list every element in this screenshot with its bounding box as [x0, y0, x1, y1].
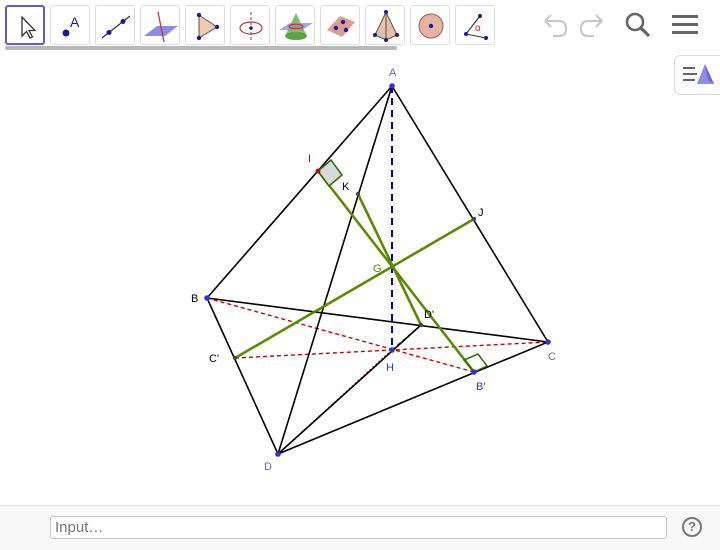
- redo-button[interactable]: [576, 8, 610, 42]
- pyramid-icon: [373, 10, 399, 42]
- sphere-tool[interactable]: [410, 5, 450, 45]
- point-K[interactable]: [355, 191, 361, 197]
- angle-tool[interactable]: α: [455, 5, 495, 45]
- segment-KDp[interactable]: [356, 193, 423, 326]
- vertex-A[interactable]: [389, 83, 395, 89]
- graphics-view-3d[interactable]: A B C D I J K G H B' C' D': [0, 53, 720, 505]
- toolbar-scrollbar[interactable]: [5, 46, 397, 50]
- label-Bp: B': [476, 381, 485, 393]
- polygon-tool[interactable]: [185, 5, 225, 45]
- label-Cp: C': [209, 353, 219, 365]
- style-bar-icon: [683, 64, 714, 84]
- circle-axis-tool[interactable]: [230, 5, 270, 45]
- circle-axis-icon: [239, 12, 263, 42]
- right-angle-marker-I: [316, 158, 344, 188]
- segment-BDp[interactable]: [277, 324, 422, 455]
- angle-icon: α: [464, 14, 488, 40]
- plane-points-icon: [327, 16, 355, 37]
- point-H[interactable]: [389, 347, 395, 353]
- menu-icon: [672, 15, 698, 34]
- line-tool[interactable]: [95, 5, 135, 45]
- edge-BD[interactable]: [206, 297, 279, 455]
- style-bar-toggle[interactable]: [674, 55, 720, 95]
- label-J: J: [478, 207, 484, 219]
- undo-button[interactable]: [537, 8, 571, 42]
- edge-AC[interactable]: [391, 85, 549, 343]
- edge-BC[interactable]: [206, 297, 549, 343]
- point-Dp[interactable]: [418, 322, 424, 328]
- perpendicular-plane-tool[interactable]: [140, 5, 180, 45]
- search-icon: [625, 12, 651, 38]
- plane-through-points-tool[interactable]: [320, 5, 360, 45]
- label-C: C: [548, 351, 556, 363]
- point-tool[interactable]: A: [50, 5, 90, 45]
- label-G: G: [373, 263, 382, 275]
- point-I[interactable]: [315, 168, 321, 174]
- move-tool[interactable]: [5, 5, 45, 45]
- vertex-D[interactable]: [275, 451, 281, 457]
- label-K: K: [342, 181, 350, 193]
- vertex-C[interactable]: [545, 339, 551, 345]
- label-A: A: [389, 67, 397, 79]
- label-B: B: [191, 293, 198, 305]
- polygon-icon: [196, 12, 220, 41]
- menu-button[interactable]: [669, 8, 703, 42]
- perpendicular-plane-icon: [144, 11, 178, 43]
- search-button[interactable]: [621, 8, 655, 42]
- vertex-B[interactable]: [204, 295, 210, 301]
- label-H: H: [386, 362, 394, 374]
- point-J[interactable]: [471, 216, 477, 222]
- point-Cp[interactable]: [232, 355, 238, 361]
- sphere-icon: [418, 13, 444, 39]
- label-Dp: D': [424, 309, 434, 321]
- point-tool-label: A: [70, 14, 80, 30]
- angle-tool-label: α: [475, 23, 481, 34]
- point-icon: A: [62, 14, 80, 37]
- toolbar: A α: [0, 0, 720, 48]
- input-bar: ?: [0, 505, 720, 550]
- redo-icon: [579, 14, 603, 38]
- edge-DC[interactable]: [277, 341, 549, 455]
- intersect-surfaces-tool[interactable]: [275, 5, 315, 45]
- label-I: I: [308, 153, 311, 165]
- edge-AB[interactable]: [206, 85, 393, 299]
- geometry-drawing[interactable]: A B C D I J K G H B' C' D': [0, 53, 720, 505]
- cursor-arrow-icon: [21, 15, 37, 39]
- point-Bp[interactable]: [471, 369, 477, 375]
- undo-icon: [544, 14, 568, 38]
- pyramid-tool[interactable]: [365, 5, 405, 45]
- cone-plane-icon: [279, 13, 313, 40]
- input-help-button[interactable]: ?: [682, 517, 702, 537]
- label-D: D: [264, 461, 272, 473]
- algebra-input[interactable]: [50, 516, 667, 539]
- segment-CpJ[interactable]: [234, 217, 475, 360]
- line-icon: [101, 15, 131, 39]
- point-G[interactable]: [389, 264, 395, 270]
